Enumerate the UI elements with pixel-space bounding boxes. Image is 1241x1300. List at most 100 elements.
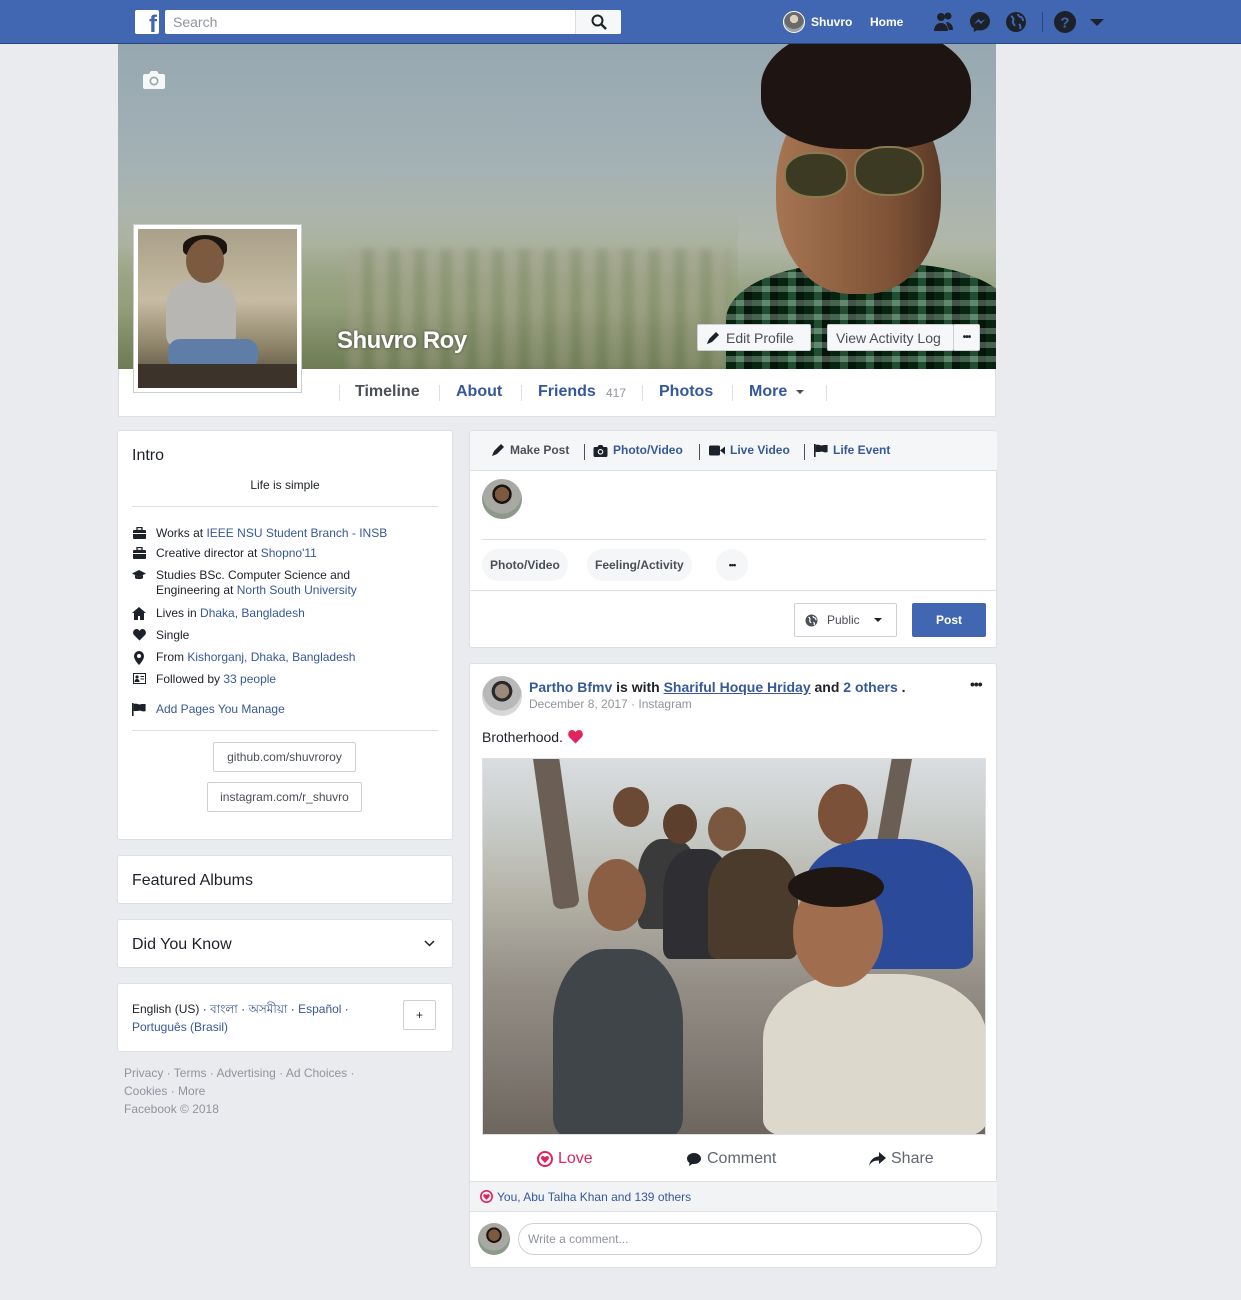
comment-input[interactable] bbox=[518, 1223, 982, 1255]
current-language: English (US) bbox=[132, 1002, 200, 1016]
tab-friends[interactable]: Friends bbox=[538, 383, 596, 401]
language-link[interactable]: Português (Brasil) bbox=[132, 1020, 228, 1034]
comment-button[interactable]: Comment bbox=[686, 1150, 776, 1168]
make-post-tab[interactable]: Make Post bbox=[491, 443, 569, 457]
home-link[interactable]: Home bbox=[870, 10, 903, 34]
globe-icon[interactable] bbox=[1004, 10, 1028, 34]
pencil-icon bbox=[707, 331, 719, 344]
post-text: Brotherhood. bbox=[482, 729, 583, 745]
privacy-select[interactable]: Public bbox=[794, 603, 897, 637]
tab-more[interactable]: More bbox=[749, 383, 805, 401]
tagged-friend-link[interactable]: Shariful Hoque Hriday bbox=[664, 679, 811, 695]
intro-lives-link[interactable]: Dhaka, Bangladesh bbox=[200, 606, 305, 620]
profile-link[interactable]: Shuvro bbox=[783, 10, 852, 34]
share-button[interactable]: Share bbox=[869, 1150, 934, 1168]
briefcase-icon bbox=[132, 526, 146, 541]
comment-icon bbox=[687, 1152, 701, 1166]
toolbar-divider bbox=[1042, 12, 1043, 32]
feed-post: Partho Bfmv is with Shariful Hoque Hrida… bbox=[469, 663, 997, 1268]
messenger-icon[interactable] bbox=[968, 10, 992, 34]
post-header: Partho Bfmv is with Shariful Hoque Hrida… bbox=[529, 679, 906, 695]
graduation-cap-icon bbox=[132, 568, 146, 598]
search-input[interactable] bbox=[165, 10, 575, 34]
intro-work-link[interactable]: IEEE NSU Student Branch - INSB bbox=[206, 526, 387, 540]
heart-icon bbox=[132, 628, 146, 643]
did-you-know-card[interactable]: Did You Know bbox=[117, 919, 453, 968]
feeling-activity-pill[interactable]: Feeling/Activity bbox=[587, 549, 692, 581]
love-reaction-icon bbox=[480, 1190, 493, 1203]
reactions-text: You, Abu Talha Khan and 139 others bbox=[497, 1189, 692, 1204]
intro-lives-text: Lives in bbox=[156, 606, 201, 620]
profile-link-name: Shuvro bbox=[811, 15, 853, 29]
search-button[interactable] bbox=[575, 10, 621, 34]
featured-albums-title: Featured Albums bbox=[132, 872, 253, 889]
post-text-body: Brotherhood. bbox=[482, 729, 563, 745]
footer-links-line[interactable]: Cookies · More bbox=[124, 1082, 374, 1100]
facebook-logo-icon[interactable]: f bbox=[135, 10, 159, 34]
love-button[interactable]: Love bbox=[537, 1150, 593, 1168]
edit-profile-button[interactable]: Edit Profile bbox=[697, 324, 811, 351]
language-link[interactable]: অসমীয়া bbox=[248, 1002, 287, 1016]
tab-photos[interactable]: Photos bbox=[659, 383, 713, 401]
intro-work-row-2: Creative director at Shopno'11 bbox=[132, 546, 432, 561]
composer-tabs: Make Post Photo/Video Live Video Life Ev… bbox=[470, 431, 997, 471]
avatar bbox=[783, 11, 805, 33]
photo-video-label: Photo/Video bbox=[613, 443, 683, 457]
language-link[interactable]: Español bbox=[298, 1002, 341, 1016]
intro-education-row: Studies BSc. Computer Science and Engine… bbox=[132, 568, 392, 598]
life-event-tab[interactable]: Life Event bbox=[814, 443, 890, 457]
avatar[interactable] bbox=[482, 676, 522, 716]
share-icon bbox=[869, 1152, 886, 1166]
post-author-link[interactable]: Partho Bfmv bbox=[529, 679, 612, 695]
bio-text: Life is simple bbox=[250, 478, 320, 492]
post-timestamp[interactable]: December 8, 2017 · Instagram bbox=[529, 697, 692, 711]
add-pages-link[interactable]: Add Pages You Manage bbox=[156, 702, 285, 717]
love-reaction-icon bbox=[537, 1151, 553, 1167]
globe-icon bbox=[805, 614, 818, 626]
search-box bbox=[165, 10, 621, 34]
intro-followers-text: Followed by bbox=[156, 672, 224, 686]
friends-count: 417 bbox=[606, 386, 627, 400]
profile-picture[interactable] bbox=[133, 224, 302, 393]
instagram-link[interactable]: instagram.com/r_shuvro bbox=[207, 782, 362, 812]
live-video-tab[interactable]: Live Video bbox=[709, 443, 790, 457]
briefcase-icon bbox=[132, 546, 146, 561]
github-link[interactable]: github.com/shuvroroy bbox=[213, 742, 356, 772]
followers-link[interactable]: 33 people bbox=[223, 672, 276, 686]
intro-followers-row: Followed by 33 people bbox=[132, 672, 432, 687]
footer-links-line[interactable]: Privacy · Terms · Advertising · Ad Choic… bbox=[124, 1064, 374, 1082]
intro-work-link[interactable]: Shopno'11 bbox=[261, 546, 317, 560]
intro-hometown-link[interactable]: Kishorganj, Dhaka, Bangladesh bbox=[187, 650, 355, 664]
add-pages-row[interactable]: Add Pages You Manage bbox=[132, 702, 432, 717]
photo-video-tab[interactable]: Photo/Video bbox=[593, 443, 683, 457]
comment-label: Comment bbox=[707, 1150, 777, 1167]
tab-timeline[interactable]: Timeline bbox=[355, 383, 420, 401]
view-activity-log-button[interactable]: View Activity Log bbox=[827, 324, 954, 351]
share-label: Share bbox=[891, 1150, 934, 1167]
home-icon bbox=[132, 606, 146, 621]
profile-name: Shuvro Roy bbox=[337, 327, 467, 354]
post-button[interactable]: Post bbox=[912, 603, 986, 637]
photo-video-pill[interactable]: Photo/Video bbox=[482, 549, 568, 581]
featured-albums-card[interactable]: Featured Albums bbox=[117, 855, 453, 904]
view-activity-log-label: View Activity Log bbox=[836, 329, 941, 346]
post-composer: Make Post Photo/Video Live Video Life Ev… bbox=[469, 430, 997, 648]
chevron-down-icon[interactable] bbox=[424, 940, 435, 947]
intro-education-link[interactable]: North South University bbox=[237, 583, 357, 597]
composer-more-button[interactable]: ••• bbox=[716, 549, 748, 581]
tab-about[interactable]: About bbox=[456, 383, 502, 401]
help-icon[interactable]: ? bbox=[1053, 10, 1077, 34]
intro-work-text: Works at bbox=[156, 526, 207, 540]
profile-more-options-button[interactable]: ••• bbox=[953, 324, 980, 351]
account-menu-chevron-down-icon[interactable] bbox=[1087, 10, 1111, 34]
friend-requests-icon[interactable] bbox=[932, 10, 956, 34]
post-photo[interactable] bbox=[482, 758, 986, 1135]
post-options-button[interactable]: ••• bbox=[970, 676, 983, 692]
add-language-button[interactable]: + bbox=[403, 1000, 436, 1030]
chevron-down-icon bbox=[873, 618, 882, 622]
update-cover-camera-icon[interactable] bbox=[142, 70, 166, 95]
language-link[interactable]: বাংলা bbox=[210, 1002, 238, 1016]
post-actions: Love Comment Share bbox=[470, 1144, 997, 1180]
tagged-others-link[interactable]: 2 others bbox=[843, 679, 897, 695]
reactions-summary[interactable]: You, Abu Talha Khan and 139 others bbox=[470, 1181, 997, 1212]
